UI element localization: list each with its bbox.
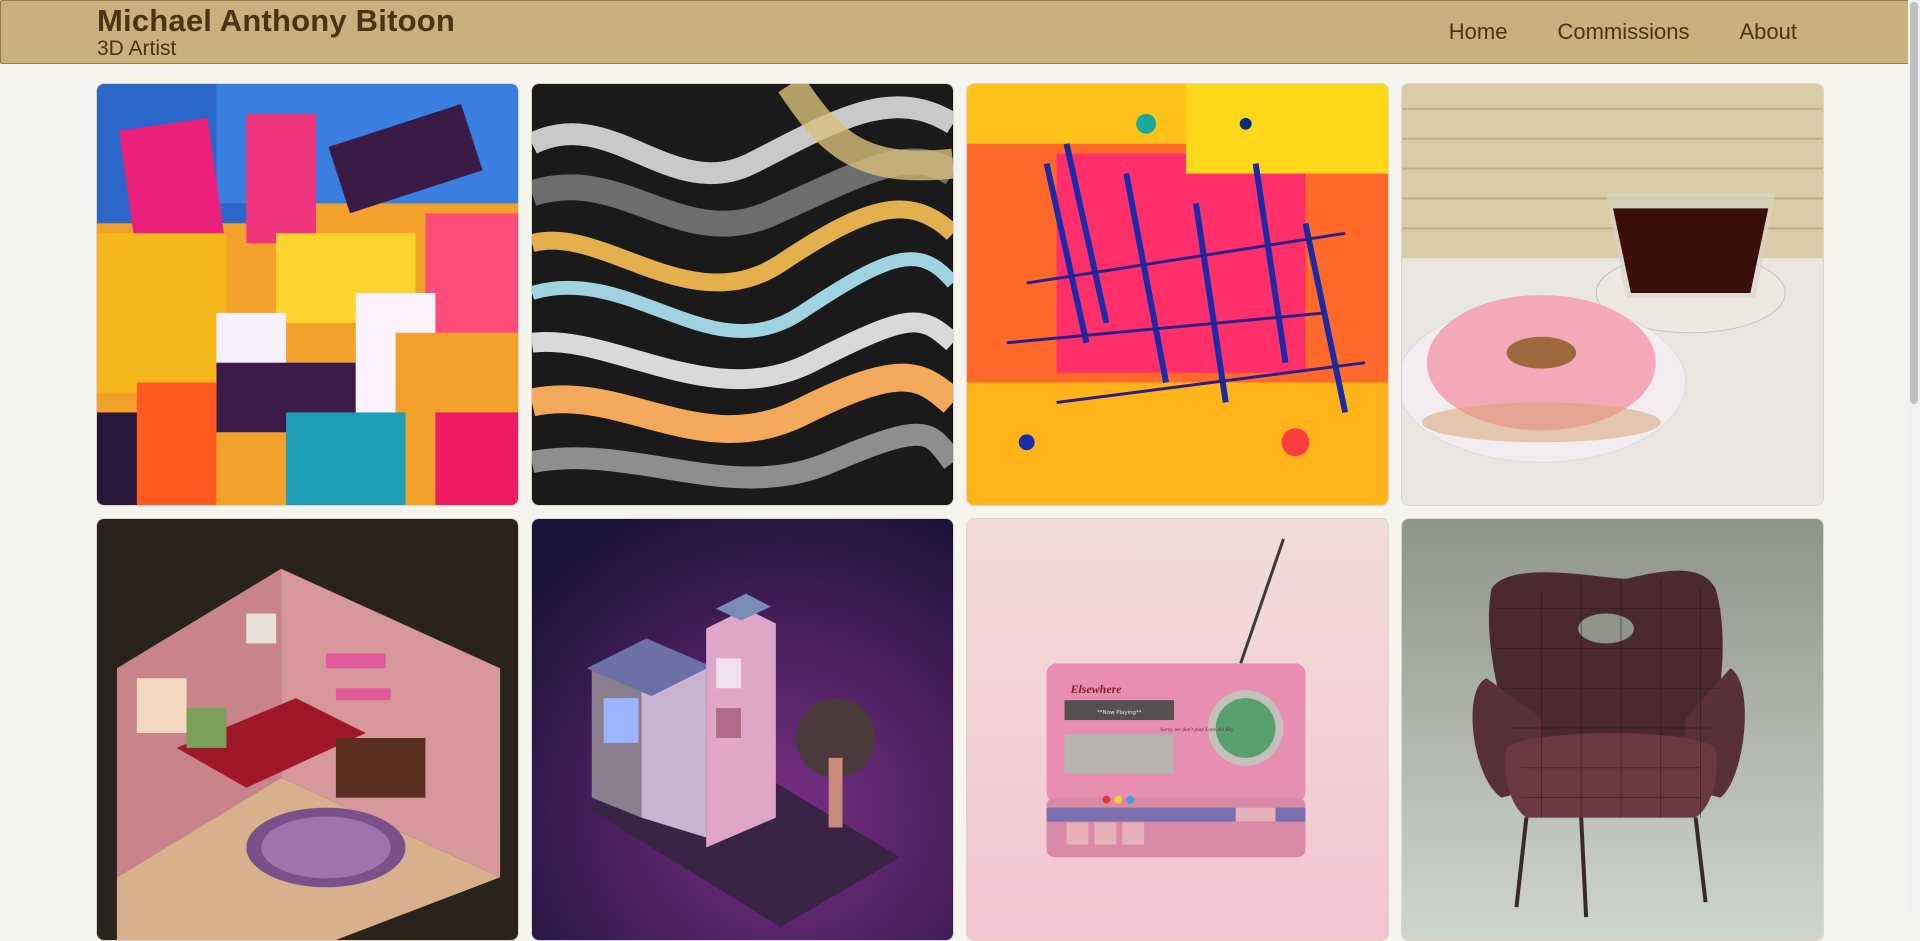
isometric-bedroom-image — [97, 519, 518, 940]
artwork-gallery: Elsewhere **Now Playing** Sorry, we don'… — [96, 83, 1824, 941]
page-scrollbar[interactable] — [1908, 0, 1920, 913]
retro-radio-image: Elsewhere **Now Playing** Sorry, we don'… — [967, 519, 1388, 940]
isometric-house-image — [532, 519, 953, 940]
nav-commissions-link[interactable]: Commissions — [1557, 19, 1689, 45]
scrollbar-thumb[interactable] — [1910, 2, 1918, 404]
brand[interactable]: Michael Anthony Bitoon 3D Artist — [97, 3, 455, 61]
gallery-item-armchair[interactable] — [1401, 518, 1824, 941]
radio-tagline-text: Sorry, we don't play Lone del Rey — [1160, 727, 1234, 733]
armchair-image — [1402, 519, 1823, 940]
gallery-item-isometric-bedroom[interactable] — [96, 518, 519, 941]
abstract-painting-image — [97, 84, 518, 505]
radio-brand-text: Elsewhere — [1070, 682, 1123, 696]
fluid-art-image — [532, 84, 953, 505]
nav-about-link[interactable]: About — [1740, 19, 1798, 45]
main-nav: Home Commissions About — [1449, 19, 1797, 45]
gallery-item-splatter-painting[interactable] — [966, 83, 1389, 506]
gallery-item-abstract-painting[interactable] — [96, 83, 519, 506]
splatter-painting-image — [967, 84, 1388, 505]
gallery-item-donut-coffee[interactable] — [1401, 83, 1824, 506]
nav-home-link[interactable]: Home — [1449, 19, 1508, 45]
donut-coffee-image — [1402, 84, 1823, 505]
site-subtitle: 3D Artist — [97, 37, 177, 60]
radio-display-text: **Now Playing** — [1097, 710, 1142, 716]
gallery-item-retro-radio[interactable]: Elsewhere **Now Playing** Sorry, we don'… — [966, 518, 1389, 941]
site-header: Michael Anthony Bitoon 3D Artist Home Co… — [0, 0, 1918, 64]
gallery-item-isometric-house[interactable] — [531, 518, 954, 941]
site-title: Michael Anthony Bitoon — [97, 3, 456, 38]
gallery-item-fluid-art[interactable] — [531, 83, 954, 506]
